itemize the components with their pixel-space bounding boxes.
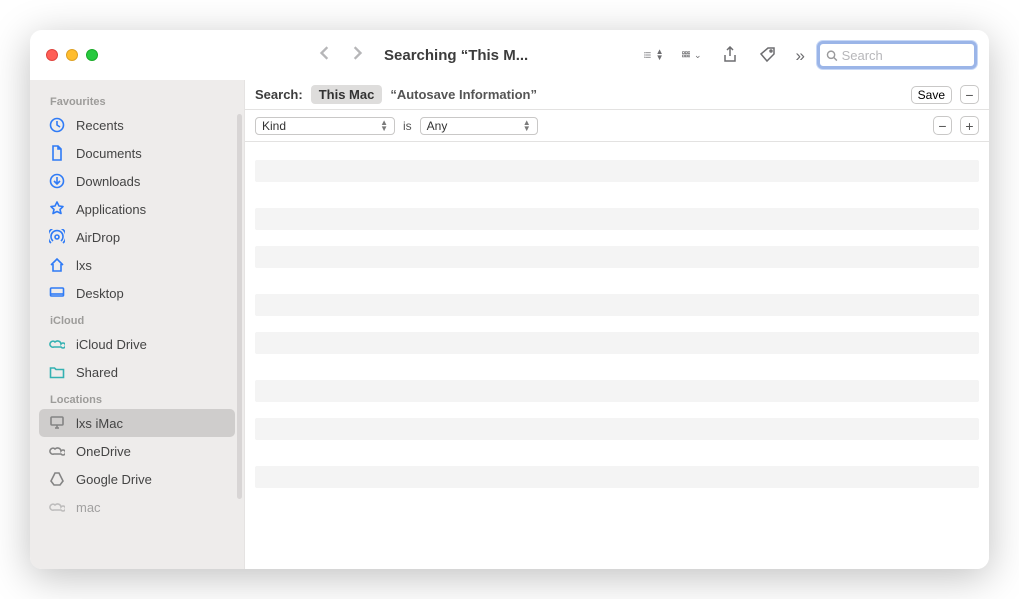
result-row[interactable] bbox=[255, 160, 979, 182]
sidebar-item-onedrive[interactable]: OneDrive bbox=[30, 437, 244, 465]
download-icon bbox=[48, 172, 66, 190]
sidebar-item-mac[interactable]: mac bbox=[30, 493, 244, 521]
search-scope-bar: Search: This Mac “Autosave Information” … bbox=[245, 80, 989, 110]
result-row[interactable] bbox=[255, 246, 979, 268]
sidebar-item-desktop[interactable]: Desktop bbox=[30, 279, 244, 307]
search-criteria-bar: Kind ▲▼ is Any ▲▼ − + bbox=[245, 110, 989, 142]
content-area: Search: This Mac “Autosave Information” … bbox=[245, 80, 989, 569]
sidebar-item-label: AirDrop bbox=[76, 230, 120, 245]
search-input[interactable] bbox=[842, 48, 968, 63]
search-field[interactable] bbox=[817, 41, 977, 69]
traffic-lights bbox=[42, 49, 98, 61]
sidebar-item-documents[interactable]: Documents bbox=[30, 139, 244, 167]
sidebar: Favourites Recents Documents Downloads A… bbox=[30, 80, 245, 569]
document-icon bbox=[48, 144, 66, 162]
sidebar-item-label: Applications bbox=[76, 202, 146, 217]
results-list bbox=[245, 142, 989, 569]
sidebar-item-label: Documents bbox=[76, 146, 142, 161]
scope-folder[interactable]: “Autosave Information” bbox=[390, 87, 537, 102]
forward-button[interactable] bbox=[350, 46, 364, 65]
result-row[interactable] bbox=[255, 442, 979, 464]
result-row[interactable] bbox=[255, 270, 979, 292]
criteria-value-label: Any bbox=[427, 119, 517, 133]
airdrop-icon bbox=[48, 228, 66, 246]
cloud-icon bbox=[48, 498, 66, 516]
result-row[interactable] bbox=[255, 332, 979, 354]
sidebar-item-recents[interactable]: Recents bbox=[30, 111, 244, 139]
sidebar-item-label: mac bbox=[76, 500, 101, 515]
sidebar-item-shared[interactable]: Shared bbox=[30, 358, 244, 386]
sidebar-item-label: Shared bbox=[76, 365, 118, 380]
minimize-button[interactable] bbox=[66, 49, 78, 61]
overflow-button[interactable]: » bbox=[796, 47, 805, 64]
sidebar-item-label: iCloud Drive bbox=[76, 337, 147, 352]
sidebar-item-label: Desktop bbox=[76, 286, 124, 301]
clock-icon bbox=[48, 116, 66, 134]
criteria-attr-label: Kind bbox=[262, 119, 374, 133]
result-row[interactable] bbox=[255, 380, 979, 402]
sidebar-section-icloud: iCloud bbox=[30, 307, 244, 330]
chevron-updown-icon: ▲▼ bbox=[656, 49, 664, 61]
result-row[interactable] bbox=[255, 356, 979, 378]
save-search-button[interactable]: Save bbox=[911, 86, 952, 104]
desktop-icon bbox=[48, 284, 66, 302]
folder-icon bbox=[48, 363, 66, 381]
search-icon bbox=[826, 49, 838, 62]
scope-label: Search: bbox=[255, 87, 303, 102]
result-row[interactable] bbox=[255, 208, 979, 230]
group-by-button[interactable]: ⌄ bbox=[682, 46, 702, 64]
criteria-attribute-select[interactable]: Kind ▲▼ bbox=[255, 117, 395, 135]
result-row[interactable] bbox=[255, 418, 979, 440]
close-button[interactable] bbox=[46, 49, 58, 61]
sidebar-item-home[interactable]: lxs bbox=[30, 251, 244, 279]
criteria-is-label: is bbox=[403, 119, 412, 133]
sidebar-item-google-drive[interactable]: Google Drive bbox=[30, 465, 244, 493]
criteria-add-button[interactable]: + bbox=[960, 116, 979, 135]
finder-window: Searching “This M... ▲▼ ⌄ » bbox=[30, 30, 989, 569]
sidebar-item-lxs-imac[interactable]: lxs iMac bbox=[39, 409, 235, 437]
view-options-button[interactable]: ▲▼ bbox=[644, 46, 664, 64]
chevron-updown-icon: ▲▼ bbox=[380, 120, 388, 132]
apps-icon bbox=[48, 200, 66, 218]
sidebar-section-locations: Locations bbox=[30, 386, 244, 409]
sidebar-item-label: Google Drive bbox=[76, 472, 152, 487]
result-row[interactable] bbox=[255, 184, 979, 206]
sidebar-item-label: Recents bbox=[76, 118, 124, 133]
chevron-updown-icon: ▲▼ bbox=[523, 120, 531, 132]
sidebar-item-label: lxs iMac bbox=[76, 416, 123, 431]
result-row[interactable] bbox=[255, 294, 979, 316]
sidebar-item-airdrop[interactable]: AirDrop bbox=[30, 223, 244, 251]
scope-this-mac[interactable]: This Mac bbox=[311, 85, 383, 104]
toolbar: Searching “This M... ▲▼ ⌄ » bbox=[30, 30, 989, 80]
result-row[interactable] bbox=[255, 466, 979, 488]
home-icon bbox=[48, 256, 66, 274]
sidebar-item-label: OneDrive bbox=[76, 444, 131, 459]
tags-button[interactable] bbox=[758, 46, 778, 64]
fullscreen-button[interactable] bbox=[86, 49, 98, 61]
sidebar-item-icloud-drive[interactable]: iCloud Drive bbox=[30, 330, 244, 358]
back-button[interactable] bbox=[318, 46, 332, 65]
cloud-icon bbox=[48, 442, 66, 460]
imac-icon bbox=[48, 414, 66, 432]
share-button[interactable] bbox=[720, 46, 740, 64]
gdrive-icon bbox=[48, 470, 66, 488]
sidebar-item-label: Downloads bbox=[76, 174, 140, 189]
sidebar-scrollbar[interactable] bbox=[237, 114, 242, 499]
sidebar-section-favourites: Favourites bbox=[30, 88, 244, 111]
cloud-icon bbox=[48, 335, 66, 353]
chevron-down-icon: ⌄ bbox=[694, 50, 702, 61]
window-title: Searching “This M... bbox=[384, 47, 528, 64]
sidebar-item-label: lxs bbox=[76, 258, 92, 273]
sidebar-item-downloads[interactable]: Downloads bbox=[30, 167, 244, 195]
sidebar-item-applications[interactable]: Applications bbox=[30, 195, 244, 223]
remove-criteria-button[interactable]: − bbox=[960, 85, 979, 104]
criteria-value-select[interactable]: Any ▲▼ bbox=[420, 117, 538, 135]
criteria-remove-button[interactable]: − bbox=[933, 116, 952, 135]
